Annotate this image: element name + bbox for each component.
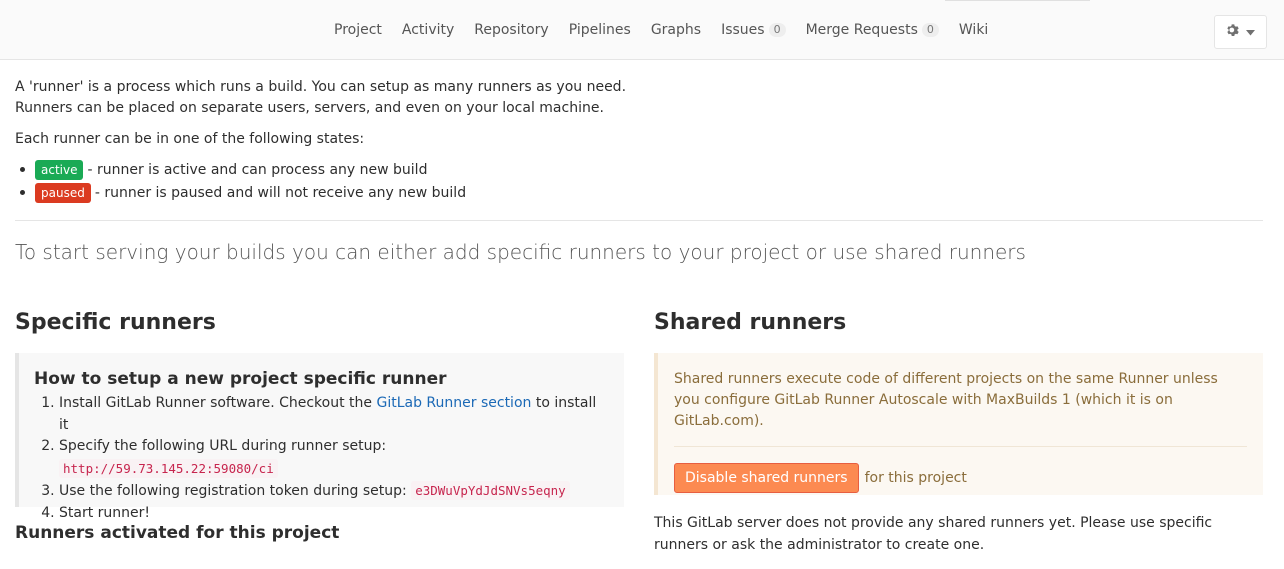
nav-tab-issues[interactable]: Issues 0	[711, 0, 796, 60]
specific-runners-column: Specific runners How to setup a new proj…	[15, 310, 624, 543]
nav-tab-project[interactable]: Project	[324, 0, 392, 60]
nav-tab-label: Merge Requests	[805, 22, 918, 38]
list-item: Start runner!	[59, 503, 608, 525]
gitlab-runner-link[interactable]: GitLab Runner section	[376, 395, 531, 411]
caret-down-icon	[1246, 24, 1255, 40]
shared-runners-info: Shared runners execute code of different…	[674, 371, 1218, 429]
disable-shared-suffix: for this project	[864, 470, 967, 486]
issues-count-badge: 0	[768, 23, 786, 37]
step-text: Install GitLab Runner software. Checkout…	[59, 395, 373, 411]
nav-tab-repository[interactable]: Repository	[464, 0, 558, 60]
step-text: Start runner!	[59, 504, 151, 521]
nav-tab-label: Graphs	[650, 22, 702, 38]
setup-steps: Install GitLab Runner software. Checkout…	[34, 393, 608, 524]
states-label: Each runner can be in one of the followi…	[15, 131, 365, 147]
disable-shared-runners-button[interactable]: Disable shared runners	[674, 463, 859, 493]
nav-tab-activity[interactable]: Activity	[392, 0, 464, 60]
list-item: Install GitLab Runner software. Checkout…	[59, 393, 608, 436]
ci-url-code: http://59.73.145.22:59080/ci	[59, 458, 278, 478]
state-description: - runner is active and can process any n…	[87, 162, 428, 178]
shared-runners-note: This GitLab server does not provide any …	[654, 515, 1213, 553]
shared-runners-column: Shared runners Shared runners execute co…	[654, 310, 1263, 553]
specific-runners-title: Specific runners	[15, 310, 216, 335]
divider	[674, 446, 1247, 447]
list-item: active - runner is active and can process…	[19, 159, 466, 181]
shared-runners-title: Shared runners	[654, 310, 847, 335]
merge-requests-count-badge: 0	[921, 23, 939, 37]
nav-tab-label: Activity	[401, 22, 455, 38]
nav-tab-graphs[interactable]: Graphs	[641, 0, 711, 60]
state-description: - runner is paused and will not receive …	[94, 185, 467, 201]
active-badge: active	[35, 160, 84, 180]
intro-line: Runners can be placed on separate users,…	[15, 100, 604, 116]
lead-text: To start serving your builds you can eit…	[15, 240, 1026, 264]
step-text: Use the following registration token dur…	[59, 483, 407, 499]
list-item: paused - runner is paused and will not re…	[19, 182, 467, 204]
divider	[15, 220, 1263, 221]
nav-tab-pipelines[interactable]: Pipelines	[559, 0, 641, 60]
nav-tab-label: Pipelines	[568, 22, 631, 38]
registration-token-code: e3DWuVpYdJdSNVs5eqny	[411, 481, 570, 500]
paused-badge: paused	[35, 183, 91, 203]
activated-runners-title: Runners activated for this project	[15, 523, 340, 543]
step-text: Specify the following URL during runner …	[59, 438, 387, 454]
settings-dropdown-button[interactable]	[1214, 15, 1267, 49]
list-item: Use the following registration token dur…	[59, 480, 608, 503]
nav-tab-label: Project	[334, 22, 382, 38]
nav-tab-merge-requests[interactable]: Merge Requests 0	[796, 0, 949, 60]
disable-shared-row: Disable shared runners for this project	[674, 463, 1247, 493]
nav-tab-label: Issues	[721, 22, 765, 38]
setup-instructions-callout: How to setup a new project specific runn…	[15, 353, 624, 521]
nav-tab-wiki[interactable]: Wiki	[949, 0, 998, 60]
shared-runners-callout: Shared runners execute code of different…	[654, 353, 1263, 495]
runner-states-list: active - runner is active and can process…	[19, 159, 467, 204]
nav-tab-label: Repository	[474, 22, 549, 38]
list-item: Specify the following URL during runner …	[59, 436, 608, 480]
top-nav: Project Activity Repository Pipelines Gr…	[0, 0, 1284, 60]
howto-title: How to setup a new project specific runn…	[34, 369, 447, 389]
runners-intro: A 'runner' is a process which runs a bui…	[15, 77, 626, 119]
gear-icon	[1226, 23, 1240, 41]
nav-tab-label: Wiki	[958, 22, 989, 38]
project-nav-tabs: Project Activity Repository Pipelines Gr…	[324, 0, 998, 60]
intro-line: A 'runner' is a process which runs a bui…	[15, 79, 627, 95]
